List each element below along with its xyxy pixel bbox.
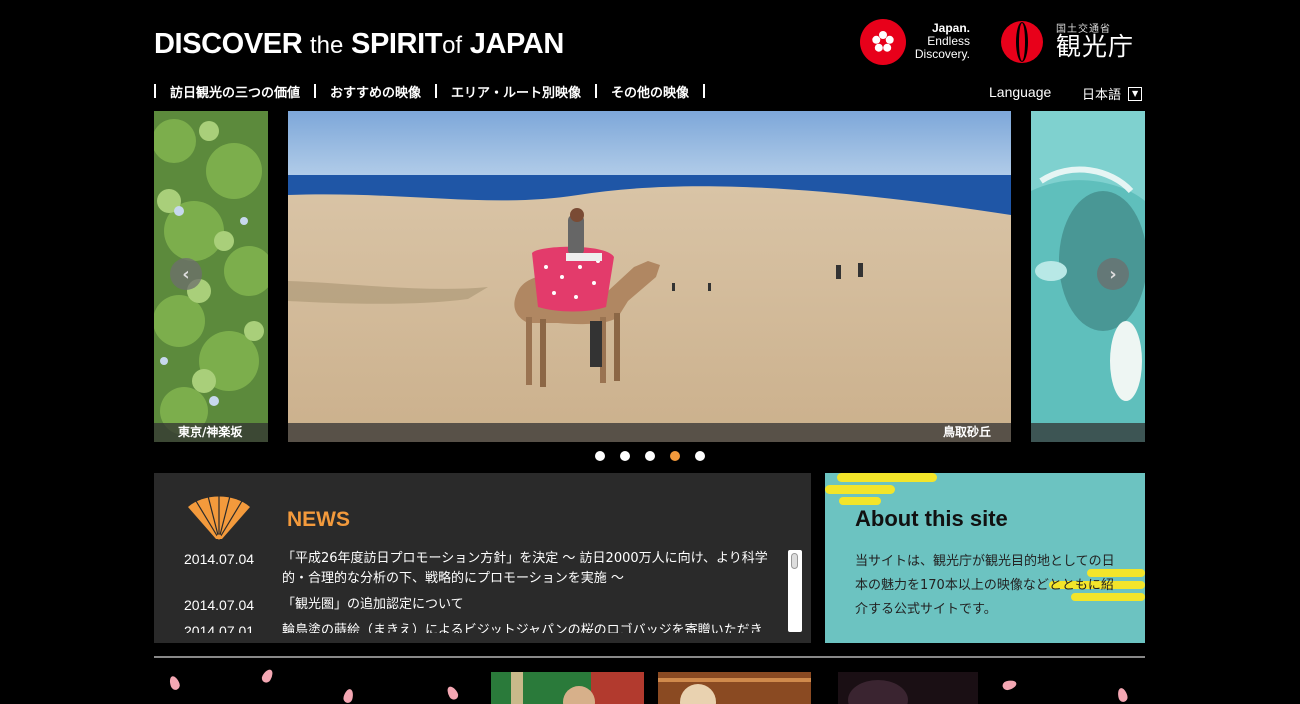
about-text: 当サイトは、観光庁が観光目的地としての日本の魅力を170本以上の映像などとともに…	[855, 554, 1115, 617]
japan-endless-discovery-logo[interactable]: Japan. Endless Discovery.	[858, 18, 974, 66]
slider-dot[interactable]	[620, 451, 630, 461]
nav-item-recommended-videos[interactable]: おすすめの映像	[330, 82, 421, 101]
cloud-decoration	[825, 485, 895, 494]
slider-dot[interactable]	[595, 451, 605, 461]
news-list: 2014.07.04 「平成26年度訪日プロモーション方針」を決定 〜 訪日20…	[184, 549, 780, 633]
nav-separator	[703, 84, 706, 98]
nav-item-area-route-videos[interactable]: エリア・ルート別映像	[451, 82, 581, 101]
video-thumbnail[interactable]	[491, 672, 644, 704]
thumbnail-image	[838, 672, 978, 704]
video-thumbnail[interactable]	[838, 672, 978, 704]
language-label: Language	[989, 84, 1052, 100]
nav-item-three-values[interactable]: 訪日観光の三つの価値	[170, 82, 300, 101]
nav-separator	[435, 84, 438, 98]
news-scrollbar[interactable]	[788, 550, 802, 632]
language-value: 日本語	[1082, 88, 1122, 103]
cherry-blossom-seal-icon	[860, 19, 906, 65]
news-link[interactable]: 「平成26年度訪日プロモーション方針」を決定 〜 訪日2000万人に向け、より科…	[282, 549, 780, 589]
japan-brand-line3: Discovery.	[914, 47, 970, 61]
slider-dot[interactable]	[645, 451, 655, 461]
slide-caption: 鳥取砂丘	[942, 425, 991, 439]
news-link[interactable]: 輪島塗の蒔絵（まきえ）によるビジットジャパンの桜のロゴバッジを寄贈いただき	[282, 621, 780, 633]
slide-caption: 東京/神楽坂	[178, 425, 243, 439]
nav-separator	[314, 84, 317, 98]
slider-pagination	[595, 451, 705, 461]
caption-bar	[1031, 423, 1145, 442]
news-date: 2014.07.01	[184, 623, 255, 633]
nav-separator	[154, 84, 156, 98]
logo-discover: DISCOVER	[154, 28, 303, 60]
slider-next-arrow-icon[interactable]: ›	[1097, 258, 1129, 290]
nav-item-other-videos[interactable]: その他の映像	[611, 82, 689, 101]
logo-of: of	[442, 32, 463, 59]
sakura-petal-icon	[167, 674, 182, 692]
sakura-petal-icon	[342, 688, 355, 704]
about-title: About this site	[855, 506, 1008, 531]
news-panel: NEWS 2014.07.04 「平成26年度訪日プロモーション方針」を決定 〜…	[154, 473, 811, 643]
news-date: 2014.07.04	[184, 551, 255, 567]
caption-bar	[288, 423, 1011, 442]
jta-agency-label: 観光庁	[1056, 32, 1135, 61]
japan-tourism-agency-logo[interactable]: 国土交通省 観光庁	[996, 18, 1146, 66]
logo-japan: JAPAN	[469, 28, 565, 60]
news-link[interactable]: 「観光圏」の追加認定について	[282, 595, 780, 615]
slider-dot[interactable]	[670, 451, 680, 461]
cloud-decoration	[839, 497, 881, 505]
slider-prev-arrow-icon[interactable]: ‹	[170, 258, 202, 290]
news-item: 2014.07.01 輪島塗の蒔絵（まきえ）によるビジットジャパンの桜のロゴバッ…	[184, 621, 780, 633]
folding-fan-icon	[188, 495, 250, 540]
news-item: 2014.07.04 「平成26年度訪日プロモーション方針」を決定 〜 訪日20…	[184, 549, 780, 589]
news-date: 2014.07.04	[184, 597, 255, 613]
jta-mark-icon	[1001, 21, 1043, 63]
sakura-petal-icon	[260, 667, 275, 685]
tottori-dunes-image	[288, 111, 1011, 442]
news-title: NEWS	[287, 508, 350, 531]
news-item: 2014.07.04 「観光圏」の追加認定について	[184, 595, 780, 615]
logo-the: the	[309, 32, 344, 59]
sakura-petal-icon	[1001, 678, 1018, 692]
japan-brand-line1: Japan.	[931, 21, 970, 35]
slide-main-tottori-dunes[interactable]: 鳥取砂丘	[288, 111, 1011, 442]
sakura-petal-icon	[1116, 687, 1129, 703]
slider-dot[interactable]	[695, 451, 705, 461]
language-select[interactable]: 日本語 ▼	[1082, 84, 1143, 103]
site-logo[interactable]: DISCOVER the SPIRITof JAPAN	[154, 26, 564, 64]
nav-separator	[595, 84, 598, 98]
thumbnail-image	[658, 672, 811, 704]
main-nav: 訪日観光の三つの価値 おすすめの映像 エリア・ルート別映像 その他の映像	[154, 82, 719, 101]
scrollbar-thumb[interactable]	[791, 553, 798, 569]
logo-spirit: SPIRIT	[351, 28, 443, 60]
about-panel[interactable]: About this site 当サイトは、観光庁が観光目的地としての日本の魅力…	[825, 473, 1145, 643]
sakura-petal-icon	[445, 684, 460, 702]
video-thumbnail[interactable]	[658, 672, 811, 704]
dropdown-arrow-icon: ▼	[1128, 86, 1143, 101]
section-divider	[154, 656, 1145, 658]
cloud-decoration	[837, 473, 937, 482]
thumbnail-image	[491, 672, 644, 704]
